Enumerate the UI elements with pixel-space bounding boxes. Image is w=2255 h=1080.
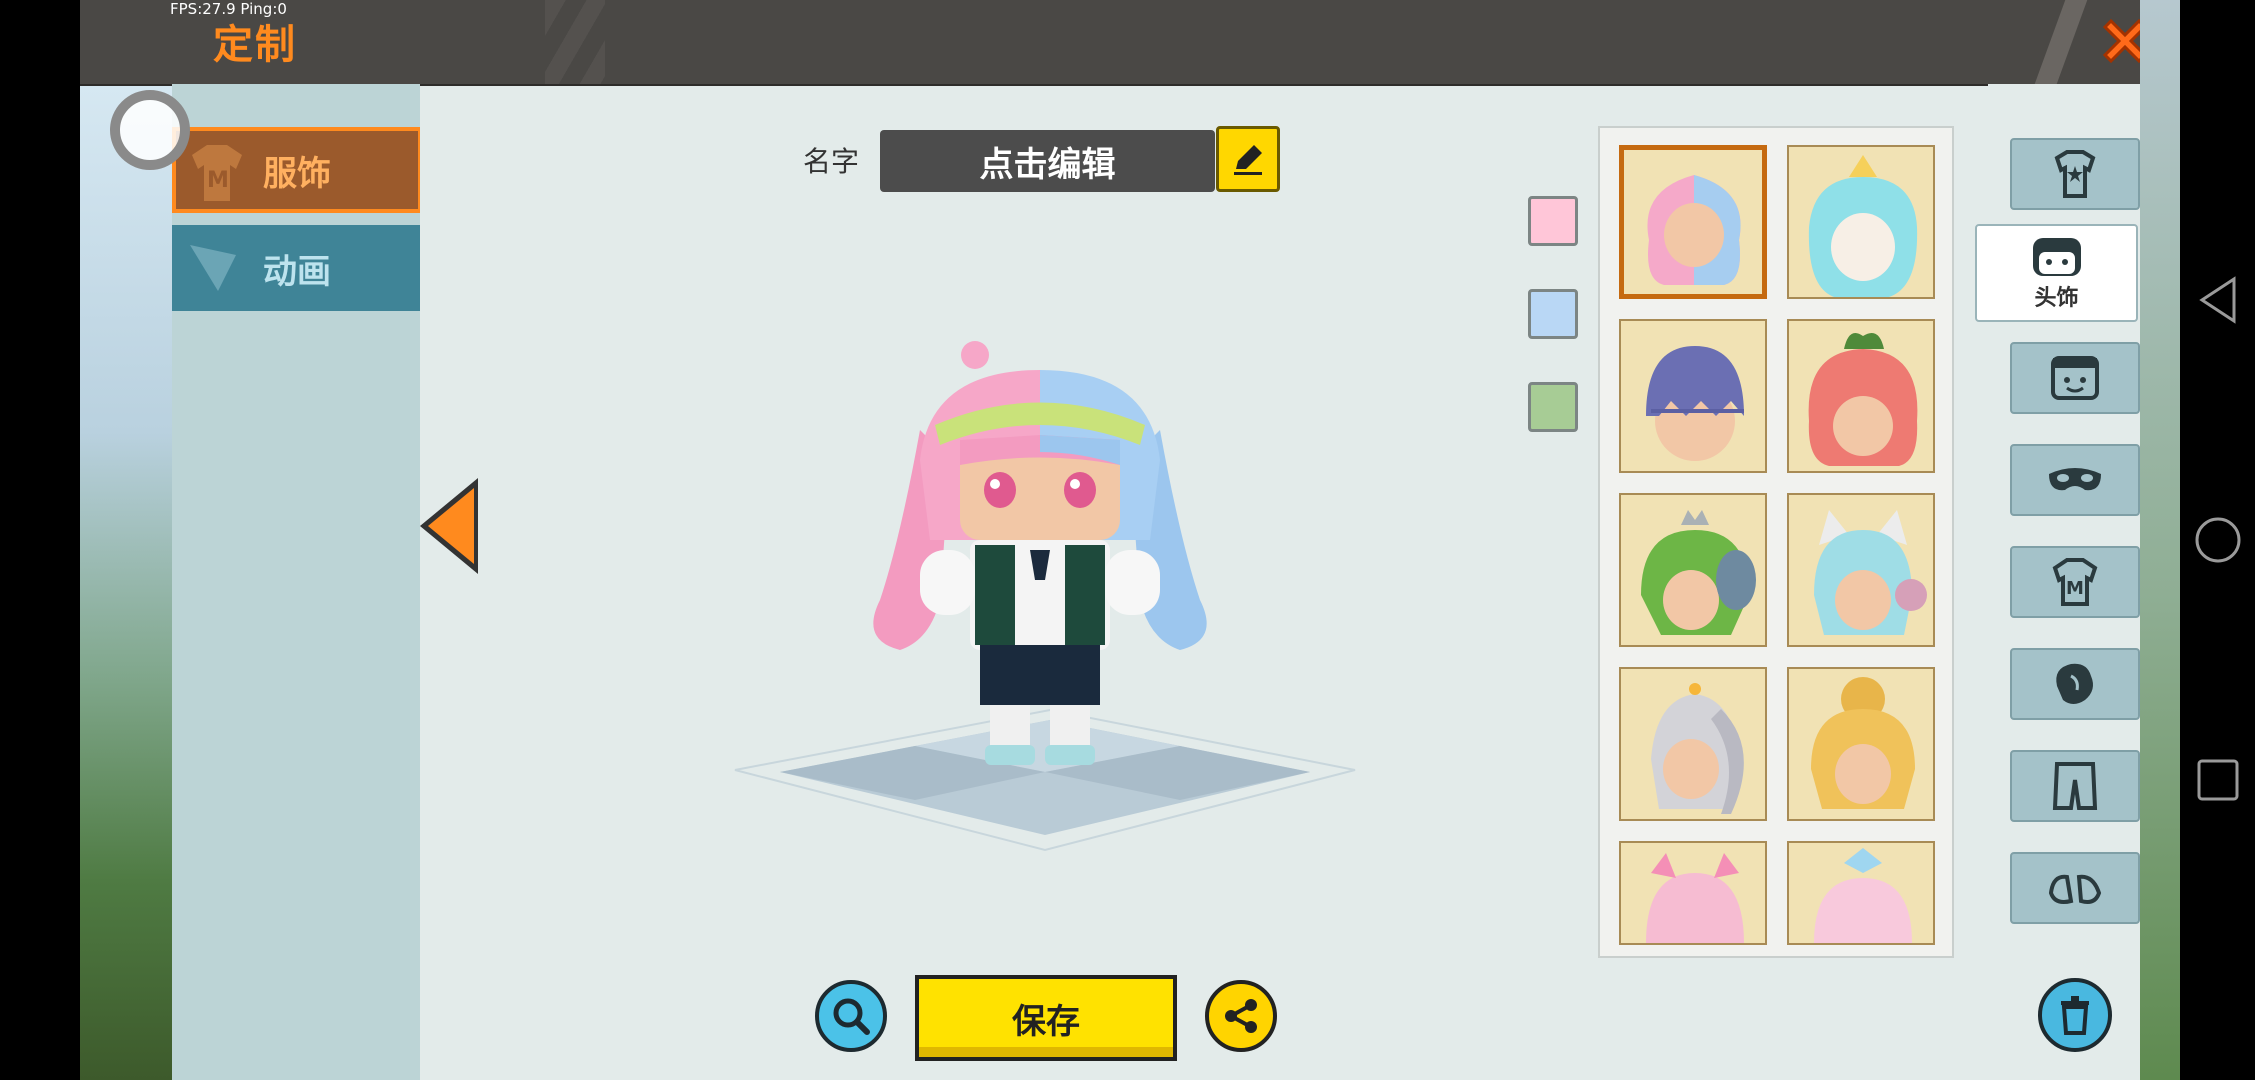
svg-text:M: M [207,168,229,193]
zoom-button[interactable] [815,980,887,1052]
game-backdrop [80,84,175,1080]
shirt-icon: M [192,145,242,201]
category-mask[interactable] [2010,444,2140,516]
name-label: 名字 [803,145,860,178]
headwear-icon [2032,238,2081,276]
pants-icon [2052,762,2098,810]
trash-icon [2061,996,2089,1035]
headwear-item[interactable] [1787,319,1935,473]
home-circle-icon [2195,517,2241,563]
animation-icon [190,245,236,291]
color-swatch-blue[interactable] [1528,289,1578,339]
back-triangle-icon [2199,276,2236,324]
page-title: 定制 [213,22,297,68]
svg-text:M: M [2066,578,2084,599]
headwear-item[interactable] [1787,145,1935,299]
category-shirt[interactable]: M [2010,546,2140,618]
previous-arrow-fill [428,488,474,564]
hair-golden-bun-icon [1811,677,1915,809]
gloves-icon [2056,663,2093,704]
category-outfit[interactable] [2010,138,2140,210]
magnifier-icon [833,998,870,1035]
delete-button[interactable] [2038,978,2112,1052]
shoes-icon [2048,874,2102,904]
top-bar [80,0,2140,86]
nav-home-button[interactable] [2190,512,2246,568]
top-bar-decoration [545,0,605,84]
headwear-item[interactable] [1619,493,1767,647]
shirt-icon: M [2052,558,2098,606]
hair-pink-blue-icon [1647,175,1741,285]
headwear-item[interactable] [1619,841,1767,945]
save-button[interactable]: 保存 [915,975,1177,1061]
hair-green-fish-icon [1641,510,1756,635]
nav-back-button[interactable] [2190,272,2246,328]
tab-clothing-label: 服饰 [263,153,331,194]
tab-clothing[interactable]: M 服饰 [172,127,422,213]
face-icon [2051,356,2099,400]
share-icon [1225,999,1257,1033]
mask-icon [2049,468,2101,491]
category-headwear-label: 头饰 [2034,286,2079,311]
headwear-item[interactable] [1619,667,1767,821]
name-field[interactable]: 点击编辑 [880,130,1215,192]
category-headwear[interactable]: 头饰 [1975,224,2138,322]
avatar-character [873,341,1207,765]
hat-purple-cap-icon [1646,346,1744,461]
floating-record-button[interactable] [110,90,190,170]
pencil-icon [1234,145,1262,175]
category-pants[interactable] [2010,750,2140,822]
category-gloves[interactable] [2010,648,2140,720]
nav-recents-button[interactable] [2190,752,2246,808]
headwear-item[interactable] [1787,667,1935,821]
screen-bezel-left [0,0,80,1080]
game-backdrop-right [2140,0,2180,1080]
tab-animation-label: 动画 [263,251,331,292]
outfit-icon [2054,150,2096,198]
headwear-item[interactable] [1787,493,1935,647]
recents-square-icon [2197,759,2239,801]
hair-cyan-crown-icon [1808,155,1918,297]
headwear-item[interactable] [1619,319,1767,473]
hair-blue-crown-icon [1814,848,1912,943]
edit-name-button[interactable] [1216,126,1280,192]
hair-silver-ponytail-icon [1651,683,1744,814]
headwear-item[interactable] [1619,145,1767,299]
hair-pink-bow-icon [1646,853,1744,943]
hair-cat-headphones-icon [1814,510,1927,635]
category-shoes[interactable] [2010,852,2140,924]
share-button[interactable] [1205,980,1277,1052]
tab-animation[interactable]: 动画 [172,225,422,311]
headwear-item[interactable] [1787,841,1935,945]
color-swatch-pink[interactable] [1528,196,1578,246]
category-face[interactable] [2010,342,2140,414]
hair-red-peach-icon [1808,332,1918,466]
color-swatch-green[interactable] [1528,382,1578,432]
